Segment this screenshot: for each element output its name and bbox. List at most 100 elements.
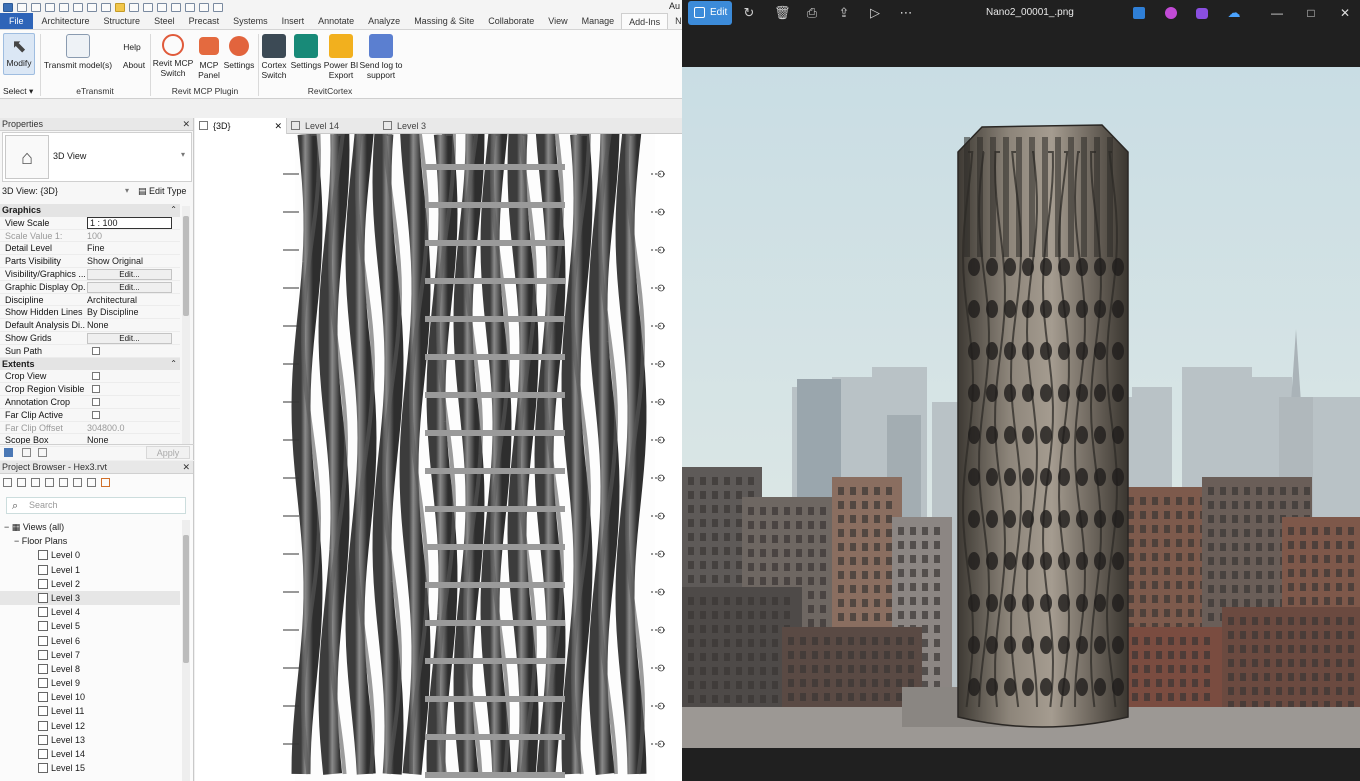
tab-structure[interactable]: Structure [97,13,148,29]
share-icon[interactable]: ⇪ [837,6,851,20]
tree-level-item[interactable]: Level 14 [0,747,180,761]
edit-button[interactable]: Edit... [87,281,172,293]
save-icon[interactable] [45,2,55,12]
dimension-icon[interactable] [129,2,139,12]
slideshow-icon[interactable]: ▷ [868,6,882,20]
schedules-icon[interactable] [45,477,54,487]
open-folder-icon[interactable] [31,2,41,12]
close-icon[interactable]: ✕ [182,118,190,131]
home-icon[interactable] [3,477,12,487]
print-icon[interactable] [101,2,111,12]
groups-icon[interactable] [73,477,82,487]
editor-app-icon[interactable] [1133,7,1145,19]
maximize-button[interactable]: □ [1296,0,1326,26]
property-value[interactable]: By Discipline [85,306,180,318]
minimize-button[interactable]: — [1262,0,1292,26]
measure-icon[interactable] [115,2,125,12]
type-selector[interactable]: ⌂ 3D View ▾ [2,132,192,182]
tree-level-item[interactable]: Level 3 [0,590,180,606]
print-icon[interactable]: ⎙ [805,6,819,20]
tree-level-item[interactable]: Level 15 [0,761,180,775]
text-icon[interactable] [143,2,153,12]
view-scale-input[interactable]: 1 : 100 [87,216,172,229]
close-icon[interactable]: ✕ [182,461,190,474]
collapse-icon[interactable]: − [4,522,9,532]
checkbox[interactable] [92,372,100,381]
instance-selector[interactable]: 3D View: {3D} ▾ ▤ Edit Type [0,184,194,198]
undo-icon[interactable] [73,2,83,12]
tab-nonicatab[interactable]: NonicaTab [668,13,682,29]
tree-level-item[interactable]: Level 7 [0,648,180,662]
views-icon[interactable] [17,477,26,487]
sort-desc-icon[interactable] [38,448,47,457]
browser-scrollbar[interactable] [182,520,190,781]
tab-analyze[interactable]: Analyze [361,13,407,29]
select-dropdown[interactable]: Select ▾ [3,86,39,96]
transmit-model-button[interactable]: Transmit model(s) [42,34,114,70]
tree-level-item[interactable]: Level 8 [0,662,180,676]
checkbox[interactable] [92,385,100,394]
switch-windows-icon[interactable] [213,2,223,12]
collapse-icon[interactable]: ⌃ [170,204,177,217]
rotate-icon[interactable]: ↻ [742,6,756,20]
mcp-settings-button[interactable]: Settings [222,34,256,70]
tree-level-item[interactable]: Level 10 [0,690,180,704]
tab-architecture[interactable]: Architecture [35,13,97,29]
tab-steel[interactable]: Steel [147,13,182,29]
more-icon[interactable]: ⋯ [899,6,913,20]
close-hidden-icon[interactable] [199,2,209,12]
onedrive-icon[interactable]: ☁ [1227,6,1241,20]
sheets-icon[interactable] [31,477,40,487]
property-value[interactable]: None [85,319,180,331]
help-button[interactable]: Help [118,42,146,52]
tab-massing-site[interactable]: Massing & Site [407,13,481,29]
delete-icon[interactable]: 🗑 [774,6,791,20]
tree-level-item[interactable]: Level 4 [0,605,180,619]
edit-button[interactable]: Edit... [87,332,172,344]
tree-level-item[interactable]: Level 2 [0,577,180,591]
clipchamp-icon[interactable] [1196,8,1208,19]
view-tab-level14[interactable]: Level 14 [287,118,379,134]
close-button[interactable]: ✕ [1330,0,1360,26]
checkbox[interactable] [92,410,100,419]
edit-button[interactable]: Edit... [87,268,172,280]
revit-app-icon[interactable] [3,2,13,12]
thin-lines-icon[interactable] [185,2,195,12]
modify-button[interactable]: ⬉ Modify [3,33,35,75]
checkbox[interactable] [92,397,100,406]
tab-add-ins[interactable]: Add-Ins [621,13,669,29]
3d-view-icon[interactable] [157,2,167,12]
view-tab-3d[interactable]: {3D} ✕ [195,118,287,134]
mcp-panel-button[interactable]: MCP Panel [195,34,223,80]
tab-insert[interactable]: Insert [275,13,312,29]
property-value[interactable]: Architectural [85,294,180,306]
tree-level-item[interactable]: Level 9 [0,676,180,690]
tab-file[interactable]: File [0,13,33,29]
tree-level-item[interactable]: Level 11 [0,704,180,718]
edit-button[interactable]: Edit [688,1,732,25]
tab-annotate[interactable]: Annotate [311,13,361,29]
send-log-button[interactable]: Send log to support [358,34,404,80]
link-icon[interactable] [101,477,110,487]
edit-type-button[interactable]: ▤ Edit Type [138,184,186,198]
tab-systems[interactable]: Systems [226,13,275,29]
cortex-settings-button[interactable]: Settings [289,34,323,70]
tab-precast[interactable]: Precast [182,13,227,29]
about-button[interactable]: About [118,60,150,70]
tree-views-root[interactable]: − ▦ Views (all) [0,520,180,534]
tree-floor-plans[interactable]: − Floor Plans [0,534,180,548]
section-graphics[interactable]: Graphics ⌃ [0,204,180,217]
properties-scrollbar[interactable] [182,206,190,444]
close-icon[interactable]: ✕ [274,118,282,134]
cortex-switch-button[interactable]: Cortex Switch [258,34,290,80]
open-icon[interactable] [17,2,27,12]
collapse-icon[interactable]: − [14,536,19,546]
collapse-icon[interactable]: ⌃ [170,358,177,371]
apply-button[interactable]: Apply [146,446,190,459]
view-tab-level3[interactable]: Level 3 [379,118,471,134]
tree-level-item[interactable]: Level 12 [0,719,180,733]
section-extents[interactable]: Extents ⌃ [0,357,180,371]
sync-icon[interactable] [59,2,69,12]
families-icon[interactable] [59,477,68,487]
tree-level-item[interactable]: Level 13 [0,733,180,747]
